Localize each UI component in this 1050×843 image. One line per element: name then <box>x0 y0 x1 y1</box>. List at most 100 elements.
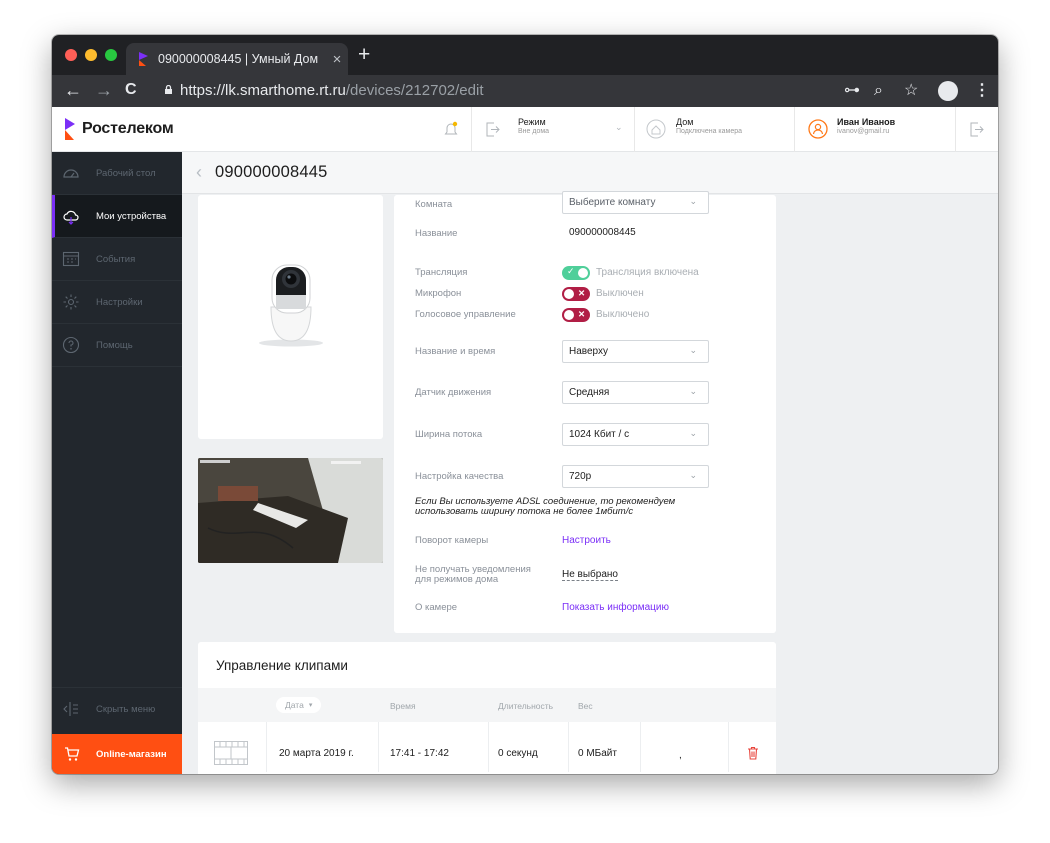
show-info-link[interactable]: Показать информацию <box>562 602 669 613</box>
camera-device-image <box>259 264 323 347</box>
mic-toggle[interactable]: ✕ <box>562 287 590 301</box>
home-subtitle: Подключена камера <box>676 128 743 135</box>
mode-title: Режим <box>518 117 546 127</box>
online-shop-label: Online-магазин <box>96 748 167 760</box>
url-path: /devices/212702/edit <box>345 82 484 99</box>
close-window-button[interactable] <box>65 49 77 61</box>
home-title: Дом <box>676 117 694 127</box>
voice-control-toggle[interactable]: ✕ <box>562 308 590 322</box>
home-icon <box>646 119 666 139</box>
help-icon <box>62 336 80 354</box>
clip-weight: 0 МБайт <box>578 748 617 759</box>
minimize-window-button[interactable] <box>85 49 97 61</box>
sidebar-item-label: Настройки <box>96 296 143 308</box>
lock-icon <box>165 85 172 94</box>
user-info[interactable]: Иван Иванов ivanov@gmail.ru <box>837 117 895 135</box>
home-selector[interactable]: Дом Подключена камера <box>676 117 742 135</box>
browser-tab[interactable]: 090000008445 | Умный Дом × <box>126 43 348 75</box>
mode-chevron-icon: ⌄ <box>615 122 623 132</box>
notify-modes-value[interactable]: Не выбрано <box>562 569 618 581</box>
sidebar-item-settings[interactable]: Настройки <box>52 281 182 324</box>
collapse-menu-icon <box>63 702 78 716</box>
chevron-down-icon: ⌄ <box>689 470 697 480</box>
about-camera-label: О камере <box>415 602 458 613</box>
app-header: Ростелеком Режим Вне дома ⌄ Дом Подключе… <box>52 107 998 152</box>
motion-sensor-select-value: Средняя <box>569 387 610 398</box>
chevron-down-icon: ⌄ <box>689 345 697 355</box>
mode-selector[interactable]: Режим Вне дома <box>518 117 549 135</box>
clip-duration: 0 секунд <box>498 748 538 759</box>
device-name-value: 090000008445 <box>569 227 636 238</box>
clip-extra: , <box>679 750 682 761</box>
back-button[interactable]: ← <box>64 80 82 100</box>
device-image-card <box>198 195 383 439</box>
quality-label: Настройка качества <box>415 471 504 482</box>
stream-label: Трансляция <box>415 267 468 278</box>
date-sort-button[interactable]: Дата ▾ <box>276 697 322 713</box>
rotate-setup-link[interactable]: Настроить <box>562 535 611 546</box>
address-bar[interactable]: https://lk.smarthome.rt.ru/devices/21270… <box>180 81 484 101</box>
camera-settings-card: Комната Выберите комнату ⌄ Название 0900… <box>394 191 776 633</box>
new-tab-button[interactable]: + <box>358 44 370 66</box>
quality-select[interactable]: 720р ⌄ <box>562 465 709 488</box>
room-select[interactable]: Выберите комнату ⌄ <box>562 191 709 214</box>
cart-icon <box>65 747 80 761</box>
tab-title: 090000008445 | Умный Дом <box>158 52 319 66</box>
sidebar-item-devices[interactable]: Мои устройства <box>52 195 182 238</box>
name-time-label: Название и время <box>415 346 496 357</box>
tab-strip: 090000008445 | Умный Дом × + <box>52 35 998 75</box>
profile-avatar[interactable] <box>938 81 958 101</box>
sort-arrow-icon: ▾ <box>308 702 313 709</box>
gauge-icon <box>63 169 79 178</box>
camera-snapshot-image <box>198 458 383 563</box>
chevron-down-icon: ⌄ <box>689 428 697 438</box>
room-label: Комната <box>415 199 453 210</box>
user-name: Иван Иванов <box>837 117 896 127</box>
clips-title: Управление клипами <box>216 658 348 673</box>
adsl-note-line2: использовать ширину потока не более 1мби… <box>415 506 634 517</box>
brand-name: Ростелеком <box>82 120 174 137</box>
trash-icon[interactable] <box>747 746 759 760</box>
room-select-value: Выберите комнату <box>569 197 656 208</box>
sidebar-item-label: Помощь <box>96 339 133 351</box>
hide-menu-button[interactable]: Скрыть меню <box>52 687 182 730</box>
table-row[interactable]: 20 марта 2019 г. 17:41 - 17:42 0 секунд … <box>198 722 776 774</box>
logout-icon[interactable] <box>970 122 984 137</box>
key-icon[interactable]: ⊶ <box>844 81 860 101</box>
name-time-select[interactable]: Наверху ⌄ <box>562 340 709 363</box>
bookmark-star-icon[interactable]: ☆ <box>904 81 918 101</box>
cross-icon: ✕ <box>578 288 586 298</box>
time-column-header[interactable]: Время <box>390 701 416 711</box>
bandwidth-label: Ширина потока <box>415 429 483 440</box>
reload-button[interactable]: C <box>125 80 137 100</box>
sidebar: Рабочий стол Мои устройства События Наст… <box>52 152 182 774</box>
browser-menu-icon[interactable]: ⋮ <box>974 80 990 100</box>
sidebar-item-help[interactable]: Помощь <box>52 324 182 367</box>
weight-column-header[interactable]: Вес <box>578 701 593 711</box>
sidebar-item-label: События <box>96 253 136 265</box>
online-shop-button[interactable]: Online-магазин <box>52 734 182 774</box>
motion-sensor-label: Датчик движения <box>415 387 492 398</box>
motion-sensor-select[interactable]: Средняя ⌄ <box>562 381 709 404</box>
zoom-icon[interactable]: ⌕ <box>874 81 883 101</box>
forward-button[interactable]: → <box>95 80 113 100</box>
bandwidth-select[interactable]: 1024 Кбит / с ⌄ <box>562 423 709 446</box>
sidebar-item-dashboard[interactable]: Рабочий стол <box>52 152 182 195</box>
stream-toggle[interactable]: ✓ <box>562 266 590 280</box>
notification-bell-icon[interactable] <box>444 121 458 137</box>
name-time-select-value: Наверху <box>569 346 608 357</box>
duration-column-header[interactable]: Длительность <box>498 701 553 711</box>
sidebar-item-label: Мои устройства <box>96 210 167 222</box>
camera-preview-thumbnail[interactable] <box>198 458 383 563</box>
clips-table-header: Дата ▾ Время Длительность Вес <box>198 688 776 722</box>
film-strip-icon <box>214 741 248 765</box>
maximize-window-button[interactable] <box>105 49 117 61</box>
tab-close-icon[interactable]: × <box>326 51 348 68</box>
chevron-down-icon: ⌄ <box>689 386 697 396</box>
back-chevron-icon[interactable]: ‹ <box>196 162 202 183</box>
rostelecom-logo-icon <box>65 118 75 140</box>
user-avatar-icon[interactable] <box>808 119 828 139</box>
sidebar-item-events[interactable]: События <box>52 238 182 281</box>
sidebar-item-label: Рабочий стол <box>96 167 156 179</box>
brand-logo[interactable]: Ростелеком <box>64 118 174 140</box>
